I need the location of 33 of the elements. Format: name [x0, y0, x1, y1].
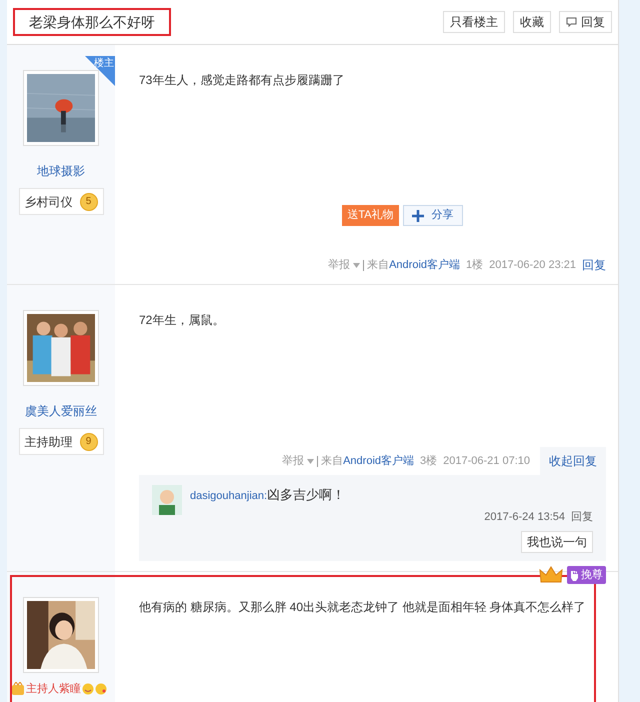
support-badge[interactable]: 挽尊	[567, 566, 606, 584]
source-link[interactable]: Android客户端	[389, 256, 460, 274]
author-name[interactable]: 主持人紫瞳	[26, 681, 81, 698]
report-link[interactable]: 举报	[328, 256, 350, 274]
floor-number: 1楼	[466, 258, 484, 273]
post-time: 2017-06-21 07:10	[443, 454, 530, 469]
comment-button[interactable]: 我也说一句	[521, 531, 593, 553]
reply-link[interactable]: 回复	[571, 508, 593, 525]
thread-button[interactable]: 收藏	[513, 11, 551, 33]
reply-button[interactable]: 回复	[559, 11, 612, 33]
author-name[interactable]: 虞美人爱丽丝	[25, 402, 97, 420]
level-badge: 9	[80, 432, 98, 450]
rank-title: 主持助理	[24, 434, 72, 450]
post-text: 73年生人，感觉走路都有点步履蹒跚了	[139, 72, 346, 89]
source-prefix: 来自	[367, 258, 390, 273]
reply-text: 凶多吉少啊！	[267, 486, 346, 504]
level-badge: 5	[80, 192, 98, 210]
source-prefix: 来自	[321, 454, 344, 469]
reply-link[interactable]: 回复	[582, 256, 606, 274]
post-text: 72年生，属鼠。	[139, 312, 226, 329]
floor-number: 3楼	[420, 454, 438, 469]
thread-title: 老梁身体那么不好呀	[13, 8, 171, 36]
reply-time: 2017-6-24 13:54	[484, 510, 565, 524]
rank-title: 乡村司仪	[24, 194, 72, 210]
source-link[interactable]: Android客户端	[343, 452, 414, 470]
author-name[interactable]: 地球摄影	[37, 162, 85, 180]
report-link[interactable]: 举报	[282, 452, 304, 470]
post-text: 他有病的 糖尿病。又那么胖 40出头就老态龙钟了 他就是面相年轻 身体真不怎么样了	[139, 599, 587, 616]
reply-user[interactable]: dasigouhanjian:	[190, 488, 268, 504]
collapse-replies-tab[interactable]: 收起回复	[540, 447, 606, 475]
share-button[interactable]: 分享	[402, 205, 463, 226]
thread-button[interactable]: 只看楼主	[443, 11, 505, 33]
post-time: 2017-06-20 23:21	[489, 258, 576, 273]
